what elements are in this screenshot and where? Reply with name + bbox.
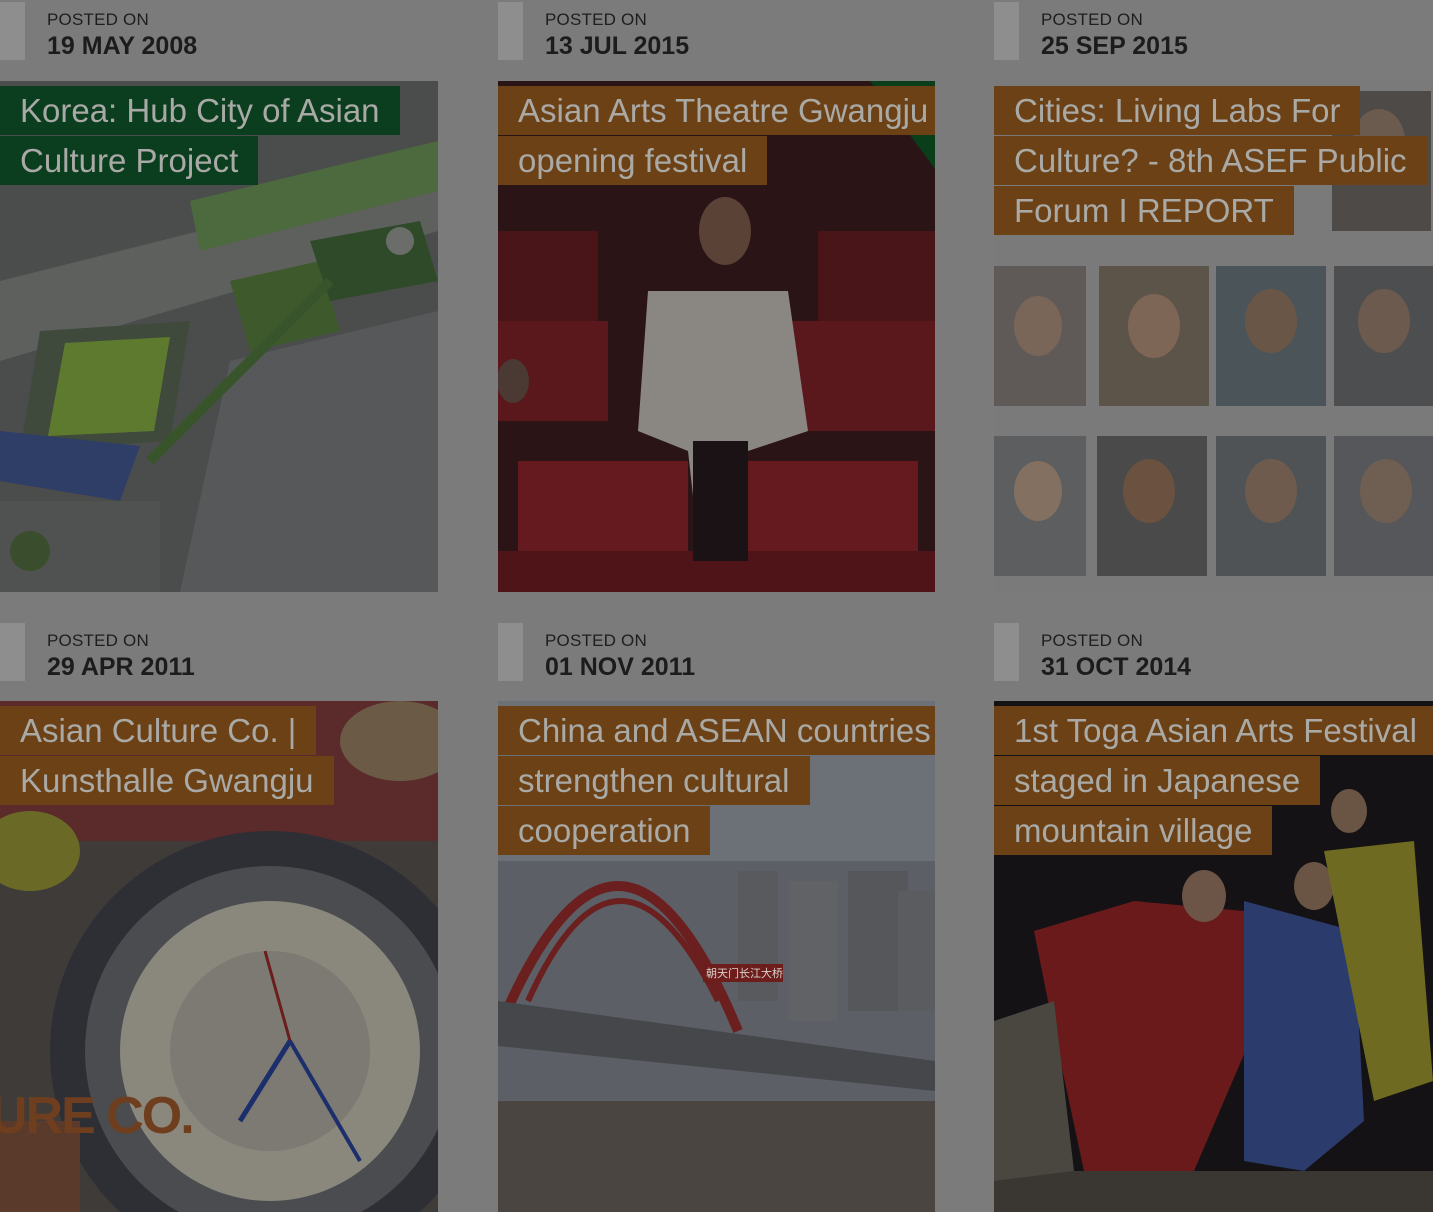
post-meta: POSTED ON 31 OCT 2014 [994, 621, 1432, 691]
post-meta: POSTED ON 19 MAY 2008 [0, 0, 438, 70]
meta-accent-bar [0, 623, 25, 681]
post-card: POSTED ON 29 APR 2011 URE CO. Asian Cult… [0, 621, 438, 1212]
post-card: POSTED ON 19 MAY 2008 Korea: Hub City of… [0, 0, 438, 592]
posted-on-label: POSTED ON [1041, 631, 1143, 650]
post-title: Asian Arts Theatre Gwangju opening festi… [498, 86, 935, 186]
post-title: Asian Culture Co. | Kunsthalle Gwangju [0, 706, 438, 806]
post-thumbnail-link[interactable]: 1st Toga Asian Arts Festival staged in J… [994, 701, 1433, 1212]
post-title: Korea: Hub City of Asian Culture Project [0, 86, 438, 186]
meta-accent-bar [498, 2, 523, 60]
post-title-text: Korea: Hub City of Asian Culture Project [0, 86, 400, 185]
post-title-text: Asian Arts Theatre Gwangju opening festi… [498, 86, 935, 185]
post-date: 31 OCT 2014 [1041, 653, 1192, 681]
bridge-sign-text: 朝天门长江大桥 [706, 968, 783, 980]
post-title-text: 1st Toga Asian Arts Festival staged in J… [994, 706, 1433, 855]
post-card: POSTED ON 25 SEP 2015 Cities: Living Lab… [994, 0, 1433, 592]
meta-accent-bar [994, 623, 1019, 681]
meta-accent-bar [498, 623, 523, 681]
post-meta: POSTED ON 01 NOV 2011 [498, 621, 936, 691]
post-thumbnail-link[interactable]: Cities: Living Labs For Culture? - 8th A… [994, 81, 1433, 592]
post-title: China and ASEAN countries strengthen cul… [498, 706, 935, 856]
post-meta: POSTED ON 13 JUL 2015 [498, 0, 936, 70]
post-thumbnail-link[interactable]: URE CO. Asian Culture Co. | Kunsthalle G… [0, 701, 438, 1212]
clock-overlay-text: URE CO. [0, 1087, 195, 1145]
post-date: 29 APR 2011 [47, 653, 195, 681]
post-title: 1st Toga Asian Arts Festival staged in J… [994, 706, 1433, 856]
post-title-text: Asian Culture Co. | Kunsthalle Gwangju [0, 706, 334, 805]
post-date: 01 NOV 2011 [545, 653, 696, 681]
posted-on-label: POSTED ON [1041, 10, 1143, 29]
meta-accent-bar [0, 2, 25, 60]
post-thumbnail-link[interactable]: Asian Arts Theatre Gwangju opening festi… [498, 81, 935, 592]
post-thumbnail-link[interactable]: 朝天门长江大桥 China and ASEAN countries streng… [498, 701, 935, 1212]
post-card: POSTED ON 31 OCT 2014 1st Toga Asian Art… [994, 621, 1433, 1212]
post-title-text: Cities: Living Labs For Culture? - 8th A… [994, 86, 1427, 235]
post-date: 19 MAY 2008 [47, 32, 198, 60]
post-title: Cities: Living Labs For Culture? - 8th A… [994, 86, 1432, 236]
post-title-text: China and ASEAN countries strengthen cul… [498, 706, 935, 855]
posted-on-label: POSTED ON [47, 10, 149, 29]
post-meta: POSTED ON 29 APR 2011 [0, 621, 438, 691]
post-date: 13 JUL 2015 [545, 32, 690, 60]
post-thumbnail-link[interactable]: Korea: Hub City of Asian Culture Project [0, 81, 438, 592]
post-grid: POSTED ON 19 MAY 2008 Korea: Hub City of… [0, 0, 1433, 1212]
posted-on-label: POSTED ON [545, 631, 647, 650]
posted-on-label: POSTED ON [545, 10, 647, 29]
post-meta: POSTED ON 25 SEP 2015 [994, 0, 1432, 70]
meta-accent-bar [994, 2, 1019, 60]
post-card: POSTED ON 01 NOV 2011 朝天门长江大桥 China and … [498, 621, 936, 1212]
post-date: 25 SEP 2015 [1041, 32, 1188, 60]
posted-on-label: POSTED ON [47, 631, 149, 650]
post-card: POSTED ON 13 JUL 2015 Asian Arts Theatre… [498, 0, 936, 592]
